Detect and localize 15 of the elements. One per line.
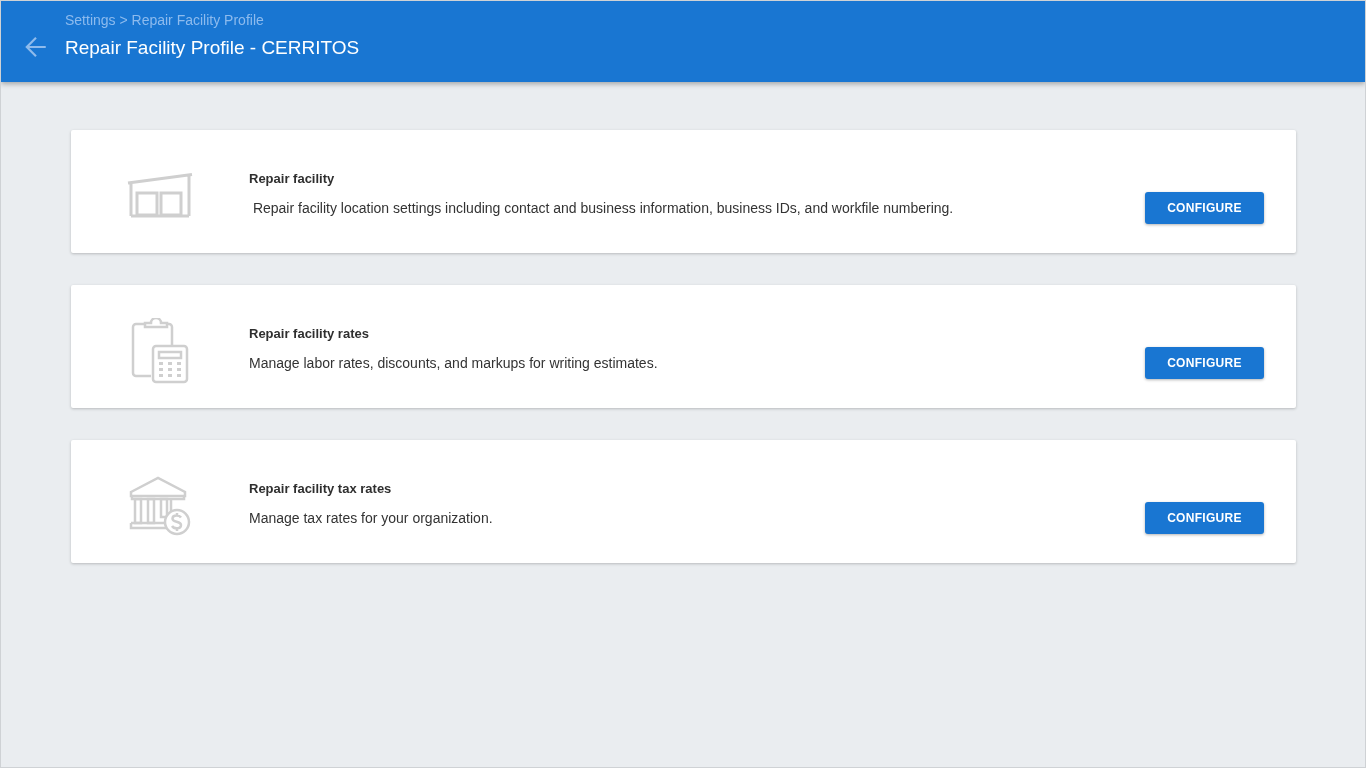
bank-coin-icon	[129, 475, 191, 536]
garage-icon	[127, 173, 193, 218]
back-arrow-icon[interactable]	[23, 34, 49, 60]
configure-button[interactable]: CONFIGURE	[1145, 347, 1264, 379]
configure-button[interactable]: CONFIGURE	[1145, 192, 1264, 224]
card-description: Repair facility location settings including contact and business information, business IDs, and workfile numbering.	[251, 199, 955, 218]
card-description: Manage tax rates for your organization.	[249, 509, 494, 528]
card-title: Repair facility	[249, 170, 336, 188]
clipboard-calculator-icon	[131, 317, 189, 384]
breadcrumb-text: Settings > Repair Facility Profile	[65, 11, 265, 29]
card-title: Repair facility rates	[249, 325, 370, 343]
page-title: Repair Facility Profile - CERRITOS	[65, 36, 360, 60]
configure-button[interactable]: CONFIGURE	[1145, 502, 1264, 534]
card-title: Repair facility tax rates	[249, 480, 393, 498]
card-description: Manage labor rates, discounts, and markups for writing estimates.	[249, 354, 659, 373]
